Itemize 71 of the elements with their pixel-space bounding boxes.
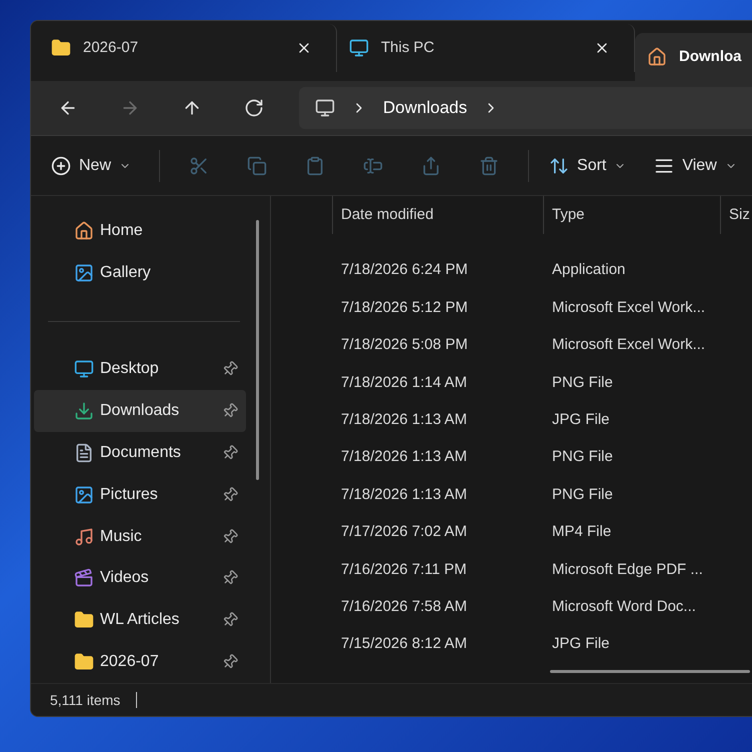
sidebar-item[interactable]: Gallery (34, 252, 246, 294)
table-cell-text: 7/18/2026 1:13 AM (341, 447, 468, 468)
table-cell-text: Microsoft Excel Work... (552, 335, 706, 356)
table-cell-text: 7/18/2026 1:13 AM (341, 410, 468, 430)
table-cell-text: 7/18/2026 1:14 AM (341, 372, 468, 393)
clipboard-icon (305, 156, 326, 176)
picture-icon (74, 484, 94, 505)
tab-title: Downloa (679, 46, 742, 67)
breadcrumb-item[interactable]: Downloads (383, 95, 468, 121)
column-header[interactable]: Date modified (332, 196, 543, 234)
music-note-icon (74, 526, 94, 547)
download-icon (74, 401, 94, 422)
refresh-icon (244, 98, 264, 118)
sidebar-item[interactable]: 2026-07 (34, 641, 246, 683)
table-cell-text: 7/18/2026 5:08 PM (341, 335, 469, 356)
share-icon (421, 156, 442, 176)
table-cell-text: 7/17/2026 7:02 AM (341, 522, 468, 542)
home-icon (647, 47, 667, 67)
video-icon (74, 568, 94, 588)
horizontal-scrollbar[interactable] (550, 670, 750, 673)
table-cell-text: 7/18/2026 6:24 PM (341, 260, 469, 280)
monitor-icon (315, 98, 335, 118)
table-cell-text: 7/18/2026 1:13 AM (341, 484, 468, 505)
table-cell-text: PNG File (552, 447, 614, 468)
monitor-icon (349, 38, 369, 58)
table-cell-text: Microsoft Excel Work... (552, 298, 706, 318)
column-header[interactable]: Type (543, 196, 720, 234)
table-cell-text: 7/15/2026 8:12 AM (341, 634, 468, 654)
tab-title: 2026-07 (83, 38, 140, 58)
table-cell-text: Microsoft Word Doc... (552, 596, 697, 617)
new-button[interactable]: New (43, 148, 140, 184)
table-cell-text: JPG File (552, 410, 611, 430)
sidebar-item[interactable]: Documents (34, 432, 246, 474)
sort-button[interactable]: Sort (541, 148, 634, 184)
picture-icon (74, 262, 94, 283)
table-cell-text: JPG File (552, 634, 611, 654)
tab-title: This PC (381, 38, 436, 58)
rename-icon (363, 156, 384, 176)
sidebar-item[interactable]: WL Articles (34, 599, 246, 642)
tab[interactable]: Downloa (635, 33, 752, 81)
item-count: 5,111 items (50, 690, 120, 710)
address-bar[interactable]: Downloads (299, 87, 752, 129)
view-button[interactable]: View (646, 148, 745, 184)
table-cell-text: Application (552, 260, 626, 280)
sidebar-item[interactable]: Downloads (34, 390, 246, 432)
table-cell-text: 7/16/2026 7:58 AM (341, 596, 468, 617)
sort-icon (549, 156, 570, 176)
table-cell-text: PNG File (552, 484, 614, 505)
home-icon (74, 220, 94, 241)
trash-icon (479, 156, 500, 176)
document-icon (74, 443, 94, 464)
folder-icon (74, 652, 94, 672)
folder-icon (51, 38, 71, 58)
sidebar-item[interactable]: Pictures (34, 474, 246, 516)
vertical-scrollbar[interactable] (256, 220, 259, 480)
sidebar-item[interactable]: Videos (34, 558, 246, 600)
sidebar-item[interactable]: Desktop (34, 348, 246, 390)
sidebar-item[interactable]: Music (34, 516, 246, 558)
plus-circle-icon (51, 156, 71, 176)
sidebar-item[interactable]: Home (34, 210, 246, 252)
scissors-icon (189, 156, 210, 176)
table-cell-text: Microsoft Edge PDF ... (552, 560, 704, 580)
copy-icon (247, 156, 268, 176)
table-cell-text: MP4 File (552, 522, 612, 542)
tab[interactable]: 2026-07 (39, 24, 337, 72)
table-cell-text: 7/18/2026 5:12 PM (341, 298, 469, 318)
folder-icon (74, 610, 94, 630)
monitor-icon (74, 359, 94, 380)
table-cell-text: 7/16/2026 7:11 PM (341, 560, 468, 580)
column-header[interactable]: Siz (720, 196, 752, 234)
table-cell-text: PNG File (552, 372, 614, 393)
